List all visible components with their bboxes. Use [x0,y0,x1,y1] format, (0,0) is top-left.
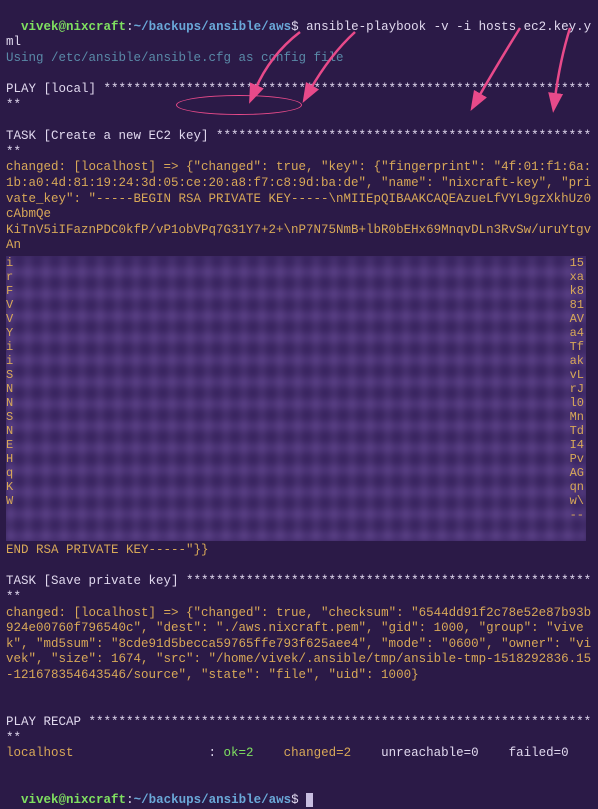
config-file-line: Using /etc/ansible/ansible.cfg as config… [6,51,592,67]
prompt2-path: ~/backups/ansible/aws [134,793,292,807]
censored-right-chars: 15 xa k8 81 AV a4 Tf ak vL rJ l0 Mn Td I… [566,256,584,541]
task-save-header: TASK [Save private key] ****************… [6,574,592,605]
blank3 [6,559,592,575]
censored-first-line: KiTnV5iIFaznPDC0kfP/vP1obVPq7G31Y7+2+\nP… [6,223,592,254]
recap-failed: failed=0 [509,746,569,760]
task-create-header: TASK [Create a new EC2 key] ************… [6,129,592,160]
recap-host: localhost [6,746,74,760]
private-key-censored: i r F V V Y i i S N N S N E H q K W 15 x… [6,256,586,541]
prompt-at: @ [59,20,67,34]
blank1 [6,67,592,83]
recap-sp3 [479,746,509,760]
changed-output-1: changed: [localhost] => {"changed": true… [6,160,592,223]
prompt-line-1: vivek@nixcraft:~/backups/ansible/aws$ an… [6,4,592,51]
prompt-user: vivek [21,20,59,34]
prompt2-host: nixcraft [66,793,126,807]
prompt-colon: : [126,20,134,34]
recap-changed: changed=2 [284,746,352,760]
play-recap-header: PLAY RECAP *****************************… [6,715,592,746]
blank5 [6,699,592,715]
changed1-prefix: changed: [localhost] => [6,160,186,174]
cursor[interactable] [306,793,313,807]
end-private-key: END RSA PRIVATE KEY-----"}} [6,543,592,559]
play-local-header: PLAY [local] ***************************… [6,82,592,113]
censored-left-chars: i r F V V Y i i S N N S N E H q K W [6,256,16,541]
prompt2-user: vivek [21,793,59,807]
blank2 [6,113,592,129]
blank6 [6,762,592,778]
prompt-line-2[interactable]: vivek@nixcraft:~/backups/ansible/aws$ [6,777,592,808]
blank4 [6,684,592,700]
recap-sep: : [74,746,224,760]
prompt2-dollar: $ [291,793,299,807]
prompt2-colon: : [126,793,134,807]
changed-output-2: changed: [localhost] => {"changed": true… [6,606,592,684]
prompt-host: nixcraft [66,20,126,34]
changed2-prefix: changed: [localhost] => [6,606,186,620]
prompt-path: ~/backups/ansible/aws [134,20,292,34]
prompt2-at: @ [59,793,67,807]
recap-sp2 [351,746,381,760]
recap-sp1 [254,746,284,760]
prompt-dollar: $ [291,20,299,34]
recap-line: localhost : ok=2 changed=2 unreachable=0… [6,746,592,762]
recap-ok: ok=2 [224,746,254,760]
recap-unreachable: unreachable=0 [381,746,479,760]
